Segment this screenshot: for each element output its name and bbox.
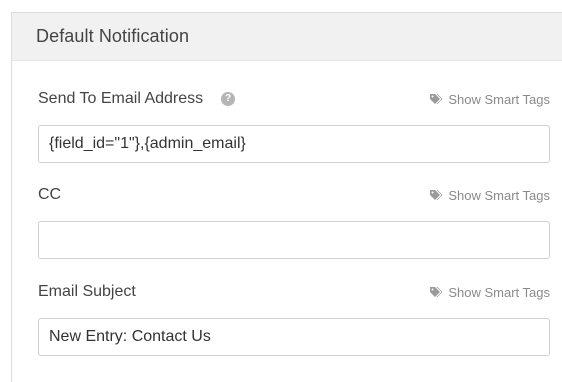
show-smart-tags-link[interactable]: Show Smart Tags	[429, 92, 550, 107]
show-smart-tags-label: Show Smart Tags	[448, 91, 550, 107]
send-to-email-input[interactable]	[38, 125, 550, 163]
show-smart-tags-label: Show Smart Tags	[448, 187, 550, 203]
panel-header: Default Notification	[12, 13, 562, 61]
panel-title: Default Notification	[36, 26, 190, 46]
show-smart-tags-link[interactable]: Show Smart Tags	[429, 285, 550, 300]
field-header-row: Send To Email Address ? Show Smart Tags	[38, 87, 550, 111]
field-header-row: Email Subject Show Smart Tags	[38, 280, 550, 304]
field-label-wrap: CC	[38, 186, 61, 204]
cc-input[interactable]	[38, 221, 550, 259]
notification-panel: Default Notification Send To Email Addre…	[11, 12, 562, 382]
show-smart-tags-label: Show Smart Tags	[448, 284, 550, 300]
field-header-row: CC Show Smart Tags	[38, 183, 550, 207]
question-circle-icon[interactable]: ?	[221, 92, 236, 106]
tags-icon	[430, 190, 443, 200]
email-subject-label: Email Subject	[38, 283, 136, 300]
send-to-email-field-group: Send To Email Address ? Show Smart Tags	[38, 87, 550, 163]
email-subject-field-group: Email Subject Show Smart Tags	[38, 280, 550, 356]
send-to-email-label: Send To Email Address	[38, 90, 204, 107]
show-smart-tags-link[interactable]: Show Smart Tags	[429, 188, 550, 203]
cc-field-group: CC Show Smart Tags	[38, 183, 550, 259]
tags-icon	[430, 94, 443, 104]
field-label-wrap: Send To Email Address ?	[38, 90, 236, 108]
cc-label: CC	[38, 186, 62, 203]
email-subject-input[interactable]	[38, 318, 550, 356]
tags-icon	[430, 287, 443, 297]
field-label-wrap: Email Subject	[38, 283, 136, 301]
